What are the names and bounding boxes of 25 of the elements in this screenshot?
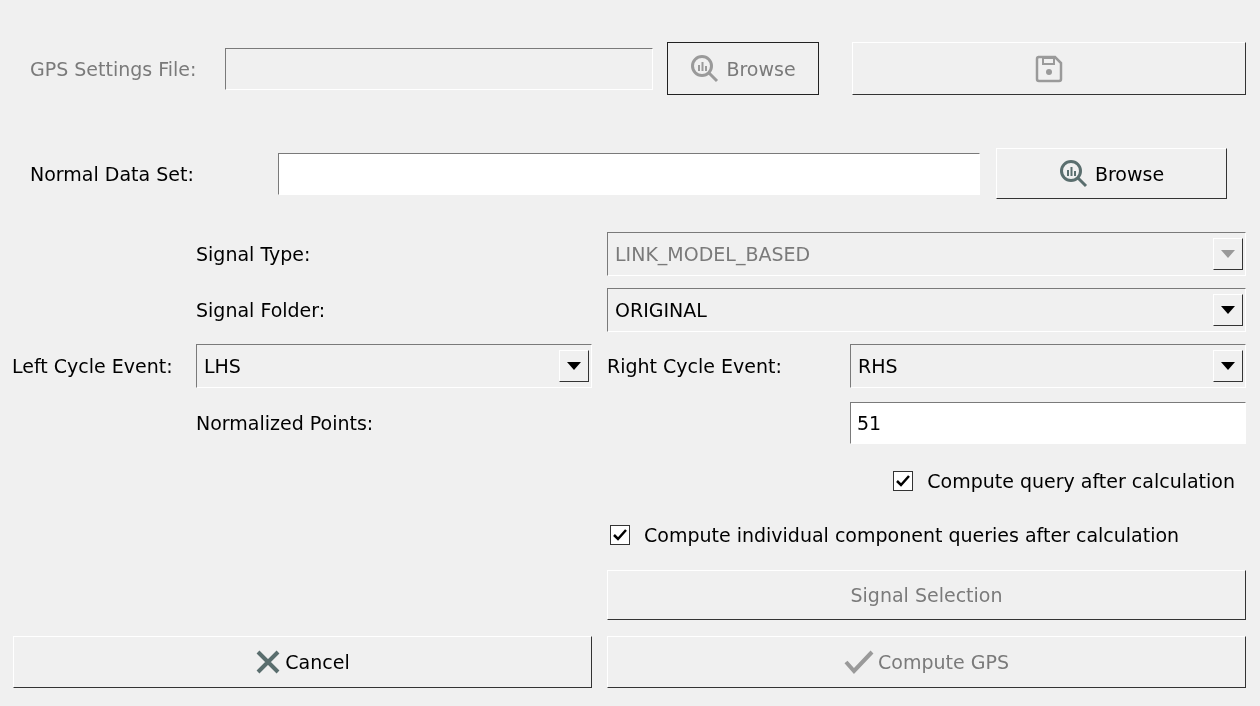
dropdown[interactable]: ORIGINAL <box>607 288 1246 332</box>
number-field[interactable]: 51 <box>850 402 1246 444</box>
checkmark-icon <box>844 650 875 674</box>
field-label: Right Cycle Event: <box>607 355 783 377</box>
field-label: Normalized Points: <box>196 412 375 434</box>
close-icon <box>255 649 282 675</box>
field-label: Left Cycle Event: <box>12 355 174 377</box>
dropdown-arrow-icon <box>1221 250 1235 258</box>
dropdown-arrow-icon <box>1221 306 1235 314</box>
field-label: Signal Type: <box>196 243 312 265</box>
cancel-button[interactable]: Cancel <box>13 636 592 688</box>
dropdown[interactable]: LHS <box>196 344 592 388</box>
dropdown-arrow-icon <box>567 362 581 370</box>
checkbox[interactable] <box>610 525 630 545</box>
dropdown-arrow-icon <box>1221 362 1235 370</box>
dropdown[interactable]: RHS <box>850 344 1246 388</box>
save-icon <box>1035 54 1063 83</box>
field-label: Signal Folder: <box>196 299 327 321</box>
field-label: GPS Settings File: <box>30 57 198 80</box>
browse-button[interactable]: Browse <box>996 148 1227 199</box>
checkbox-label: Compute individual component queries after calculation <box>644 524 1180 546</box>
checkbox[interactable] <box>893 471 914 491</box>
field-label: Normal Data Set: <box>30 162 195 185</box>
file-path-field[interactable] <box>278 152 980 195</box>
checkbox-label: Compute query after calculation <box>927 470 1235 492</box>
